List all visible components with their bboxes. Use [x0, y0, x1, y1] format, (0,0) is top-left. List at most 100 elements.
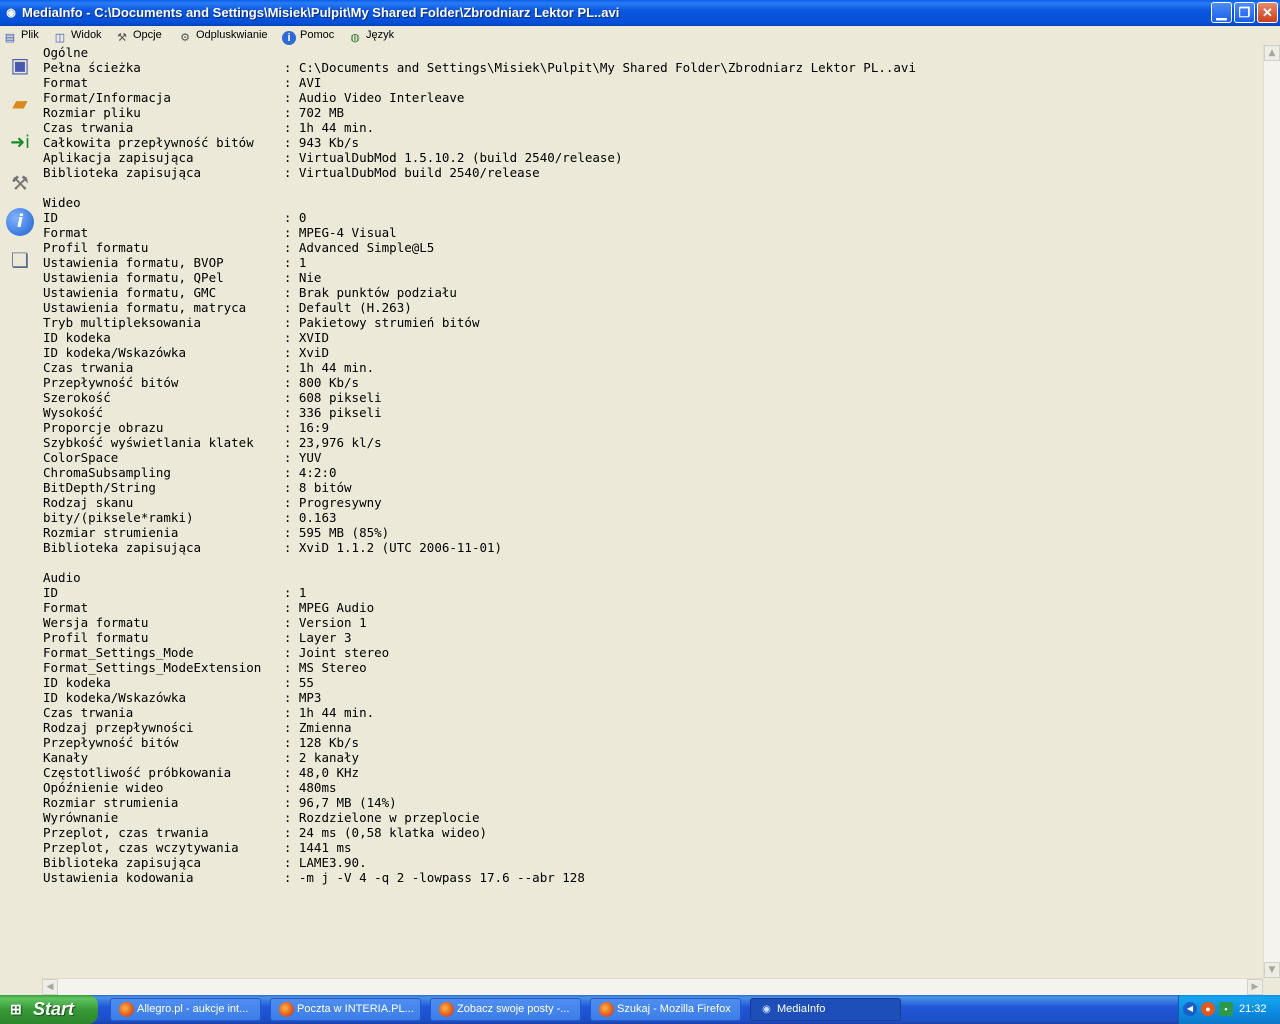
info-row: ID kodeka : 55 [43, 675, 314, 690]
info-text-area[interactable]: Ogólne Pełna ścieżka : C:\Documents and S… [42, 45, 1263, 978]
info-row: Czas trwania : 1h 44 min. [43, 705, 375, 720]
info-row: ChromaSubsampling : 4:2:0 [43, 465, 337, 480]
info-row: Całkowita przepływność bitów : 943 Kb/s [43, 135, 360, 150]
taskbar-button-label: Szukaj - Mozilla Firefox [617, 1003, 731, 1015]
tray-app-icon[interactable]: ▪ [1219, 1002, 1233, 1016]
horizontal-scrollbar[interactable]: ◀ ▶ [42, 978, 1263, 995]
windows-flag-icon: ⊞ [10, 1001, 22, 1017]
taskbar-button-posty[interactable]: Zobacz swoje posty -... [430, 998, 581, 1021]
info-row: Przeplot, czas wczytywania : 1441 ms [43, 840, 352, 855]
info-row: Pełna ścieżka : C:\Documents and Setting… [43, 60, 916, 75]
info-row: ID kodeka/Wskazówka : MP3 [43, 690, 322, 705]
taskbar-button-allegro[interactable]: Allegro.pl - aukcje int... [110, 998, 261, 1021]
info-row: BitDepth/String : 8 bitów [43, 480, 352, 495]
preferences-button[interactable]: ⚒ [3, 166, 37, 200]
menu-plik[interactable]: ▤ Plik [3, 26, 39, 45]
close-icon: ✕ [1262, 5, 1273, 20]
info-row: Przepływność bitów : 128 Kb/s [43, 735, 360, 750]
file-menu-icon: ▤ [4, 32, 16, 44]
info-row: Format : MPEG-4 Visual [43, 225, 397, 240]
info-row: Biblioteka zapisująca : VirtualDubMod bu… [43, 165, 540, 180]
info-row: Czas trwania : 1h 44 min. [43, 360, 375, 375]
export-icon: ➜i [9, 132, 31, 153]
info-row: Przeplot, czas trwania : 24 ms (0,58 kla… [43, 825, 488, 840]
menu-pomoc[interactable]: i Pomoc [282, 26, 334, 45]
taskbar-button-poczta[interactable]: Poczta w INTERIA.PL... [270, 998, 421, 1021]
language-menu-icon: ◍ [350, 32, 360, 44]
tray-firefox-icon[interactable]: ● [1201, 1002, 1215, 1016]
info-row: Kanały : 2 kanały [43, 750, 360, 765]
info-row: Ustawienia formatu, matryca : Default (H… [43, 300, 412, 315]
scroll-up-button[interactable]: ▲ [1264, 45, 1280, 61]
info-row: Ustawienia formatu, QPel : Nie [43, 270, 322, 285]
view-menu-icon: ◫ [54, 32, 66, 44]
open-file-icon: ▣ [10, 53, 30, 77]
open-file-button[interactable]: ▣ [3, 48, 37, 82]
arrow-right-icon: ▶ [1251, 982, 1259, 992]
menu-opcje-label: Opcje [133, 29, 162, 41]
vertical-scrollbar[interactable]: ▲ ▼ [1263, 45, 1280, 978]
menu-widok[interactable]: ◫ Widok [53, 26, 102, 45]
info-row: Częstotliwość próbkowania : 48,0 KHz [43, 765, 360, 780]
info-row: Profil formatu : Advanced Simple@L5 [43, 240, 435, 255]
scroll-right-button[interactable]: ▶ [1247, 979, 1263, 995]
info-row: ID : 1 [43, 585, 307, 600]
options-menu-icon: ⚒ [117, 32, 127, 44]
info-row: Aplikacja zapisująca : VirtualDubMod 1.5… [43, 150, 623, 165]
taskbar-button-mediainfo[interactable]: ◉ MediaInfo [750, 998, 901, 1021]
copy-icon: ❏ [11, 248, 29, 272]
system-tray: ◀ ● ▪ 21:32 [1178, 995, 1280, 1024]
arrow-down-icon: ▼ [1268, 965, 1276, 975]
close-button[interactable]: ✕ [1257, 2, 1278, 23]
title-bar[interactable]: ◉ MediaInfo - C:\Documents and Settings\… [0, 0, 1280, 26]
info-row: Rozmiar pliku : 702 MB [43, 105, 345, 120]
menu-jezyk[interactable]: ◍ Język [348, 26, 394, 45]
info-row: Czas trwania : 1h 44 min. [43, 120, 375, 135]
info-row: ID kodeka : XVID [43, 330, 329, 345]
copy-button[interactable]: ❏ [3, 243, 37, 277]
clock: 21:32 [1239, 1003, 1267, 1015]
left-toolbar: ▣ ▰ ➜i ⚒ i ❏ [0, 45, 40, 995]
taskbar-button-label: Poczta w INTERIA.PL... [297, 1003, 414, 1015]
info-row: Format_Settings_ModeExtension : MS Stere… [43, 660, 367, 675]
info-row: Format : MPEG Audio [43, 600, 375, 615]
scroll-left-button[interactable]: ◀ [42, 979, 58, 995]
start-button[interactable]: ⊞ Start [0, 995, 98, 1024]
info-row: ID kodeka/Wskazówka : XviD [43, 345, 329, 360]
open-folder-button[interactable]: ▰ [3, 86, 37, 120]
menu-bar: ▤ Plik ◫ Widok ⚒ Opcje ⚙ Odpluskwianie i Pomo… [0, 26, 1280, 45]
taskbar-button-label: MediaInfo [777, 1003, 826, 1015]
export-button[interactable]: ➜i [3, 126, 37, 160]
preferences-icon: ⚒ [11, 171, 29, 195]
taskbar-button-szukaj[interactable]: Szukaj - Mozilla Firefox [590, 998, 741, 1021]
info-row: Rozmiar strumienia : 96,7 MB (14%) [43, 795, 397, 810]
about-button[interactable]: i [3, 203, 37, 237]
info-row: Proporcje obrazu : 16:9 [43, 420, 329, 435]
menu-odpluskwianie-label: Odpluskwianie [196, 29, 268, 41]
media-info-text: Ogólne Pełna ścieżka : C:\Documents and S… [42, 45, 1263, 885]
firefox-icon [279, 1002, 294, 1017]
info-row: ID : 0 [43, 210, 307, 225]
info-row: Przepływność bitów : 800 Kb/s [43, 375, 360, 390]
info-row: Rodzaj skanu : Progresywny [43, 495, 382, 510]
minimize-icon: ▁ [1216, 5, 1227, 20]
info-row: Biblioteka zapisująca : LAME3.90. [43, 855, 367, 870]
scroll-down-button[interactable]: ▼ [1264, 962, 1280, 978]
section-heading-general: Ogólne [43, 45, 89, 60]
info-row: Rodzaj przepływności : Zmienna [43, 720, 352, 735]
info-row: Ustawienia formatu, BVOP : 1 [43, 255, 307, 270]
info-row: Ustawienia kodowania : -m j -V 4 -q 2 -l… [43, 870, 585, 885]
info-row: Rozmiar strumienia : 595 MB (85%) [43, 525, 390, 540]
tray-collapse-button[interactable]: ◀ [1183, 1002, 1197, 1016]
menu-odpluskwianie[interactable]: ⚙ Odpluskwianie [178, 26, 268, 45]
info-row: Tryb multipleksowania : Pakietowy strumi… [43, 315, 480, 330]
info-row: Wyrównanie : Rozdzielone w przeplocie [43, 810, 480, 825]
mediainfo-app-icon[interactable]: ◉ [3, 5, 19, 21]
restore-button[interactable]: ❐ [1234, 2, 1255, 23]
menu-opcje[interactable]: ⚒ Opcje [115, 26, 162, 45]
menu-widok-label: Widok [71, 29, 102, 41]
scrollbar-corner [1263, 978, 1280, 995]
minimize-button[interactable]: ▁ [1211, 2, 1232, 23]
